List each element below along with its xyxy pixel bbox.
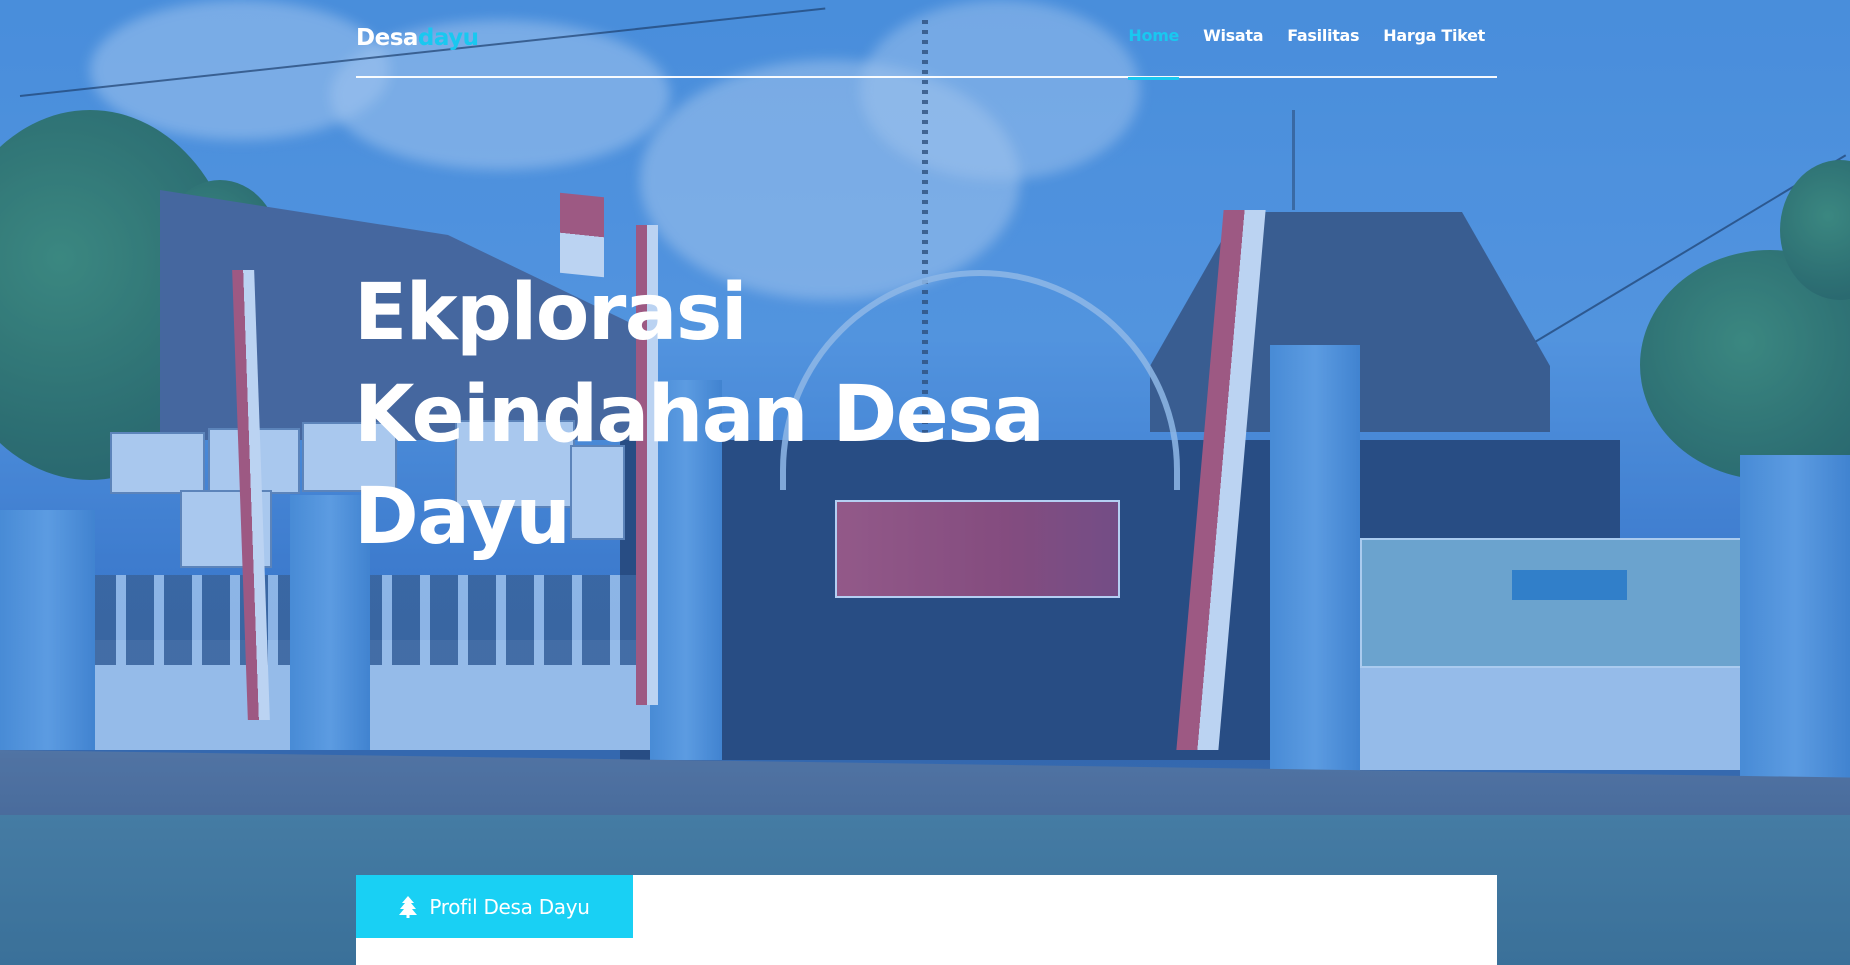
profile-tab-label: Profil Desa Dayu [429, 894, 590, 919]
hero-title: Ekplorasi Keindahan Desa Dayu [354, 262, 1074, 568]
nav-item-fasilitas[interactable]: Fasilitas [1287, 0, 1359, 78]
logo-text-accent: dayu [417, 25, 479, 51]
hero-title-line: Keindahan Desa [354, 370, 1045, 460]
site-header: Desadayu Home Wisata Fasilitas Harga Tik… [356, 0, 1497, 80]
main-nav: Home Wisata Fasilitas Harga Tiket [1104, 0, 1485, 80]
site-logo[interactable]: Desadayu [356, 25, 479, 51]
logo-text-main: Desa [356, 25, 418, 51]
profile-tab-button[interactable]: Profil Desa Dayu [356, 875, 633, 938]
content-card: Profil Desa Dayu [356, 875, 1497, 965]
hero-section: Desadayu Home Wisata Fasilitas Harga Tik… [0, 0, 1850, 965]
hero-title-line: Dayu [354, 472, 571, 562]
nav-item-wisata[interactable]: Wisata [1203, 0, 1263, 78]
hero-title-line: Ekplorasi [354, 268, 748, 358]
nav-item-home[interactable]: Home [1128, 0, 1179, 80]
nav-item-harga-tiket[interactable]: Harga Tiket [1383, 0, 1485, 78]
tree-icon [399, 895, 418, 918]
